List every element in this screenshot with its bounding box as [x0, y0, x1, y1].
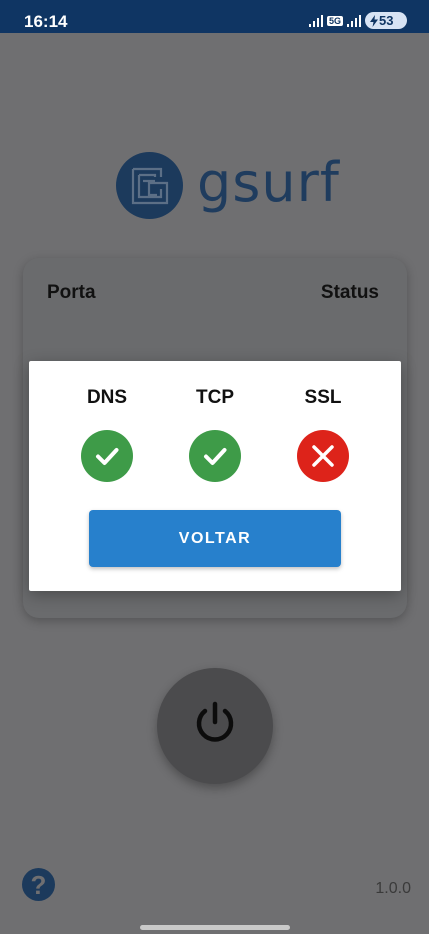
- status-icons: 5G 53: [308, 12, 407, 29]
- check-icon: [189, 430, 241, 482]
- check-dns: DNS: [67, 387, 147, 482]
- app-version: 1.0.0: [375, 880, 411, 897]
- help-button[interactable]: ?: [22, 868, 55, 901]
- check-label-tcp: TCP: [196, 387, 234, 408]
- check-label-ssl: SSL: [304, 387, 342, 408]
- close-icon: [297, 430, 349, 482]
- battery-indicator: 53: [365, 12, 407, 29]
- brand-name: gsurf: [197, 150, 340, 214]
- power-icon: [193, 701, 237, 752]
- column-header-status: Status: [320, 282, 379, 303]
- clock: 16:14: [24, 12, 68, 31]
- check-tcp: TCP: [175, 387, 255, 482]
- power-button[interactable]: [157, 668, 273, 784]
- charging-icon: [370, 14, 378, 27]
- check-label-dns: DNS: [86, 387, 128, 408]
- network-type-badge: 5G: [326, 15, 343, 26]
- help-icon: ?: [30, 869, 47, 900]
- status-bar: 16:14 5G 53: [0, 0, 429, 33]
- back-button[interactable]: VOLTAR: [89, 510, 341, 567]
- connection-check-dialog: DNS TCP SSL VOLTAR: [29, 361, 401, 591]
- battery-level: 53: [379, 13, 394, 28]
- column-header-port: Porta: [47, 282, 96, 303]
- signal-icon-2: [347, 14, 361, 27]
- logo-mark-icon: [116, 152, 183, 219]
- check-ssl: SSL: [283, 387, 363, 482]
- home-indicator[interactable]: [140, 925, 290, 930]
- check-icon: [81, 430, 133, 482]
- signal-icon: [308, 14, 323, 27]
- brand-logo: gsurf: [116, 152, 340, 219]
